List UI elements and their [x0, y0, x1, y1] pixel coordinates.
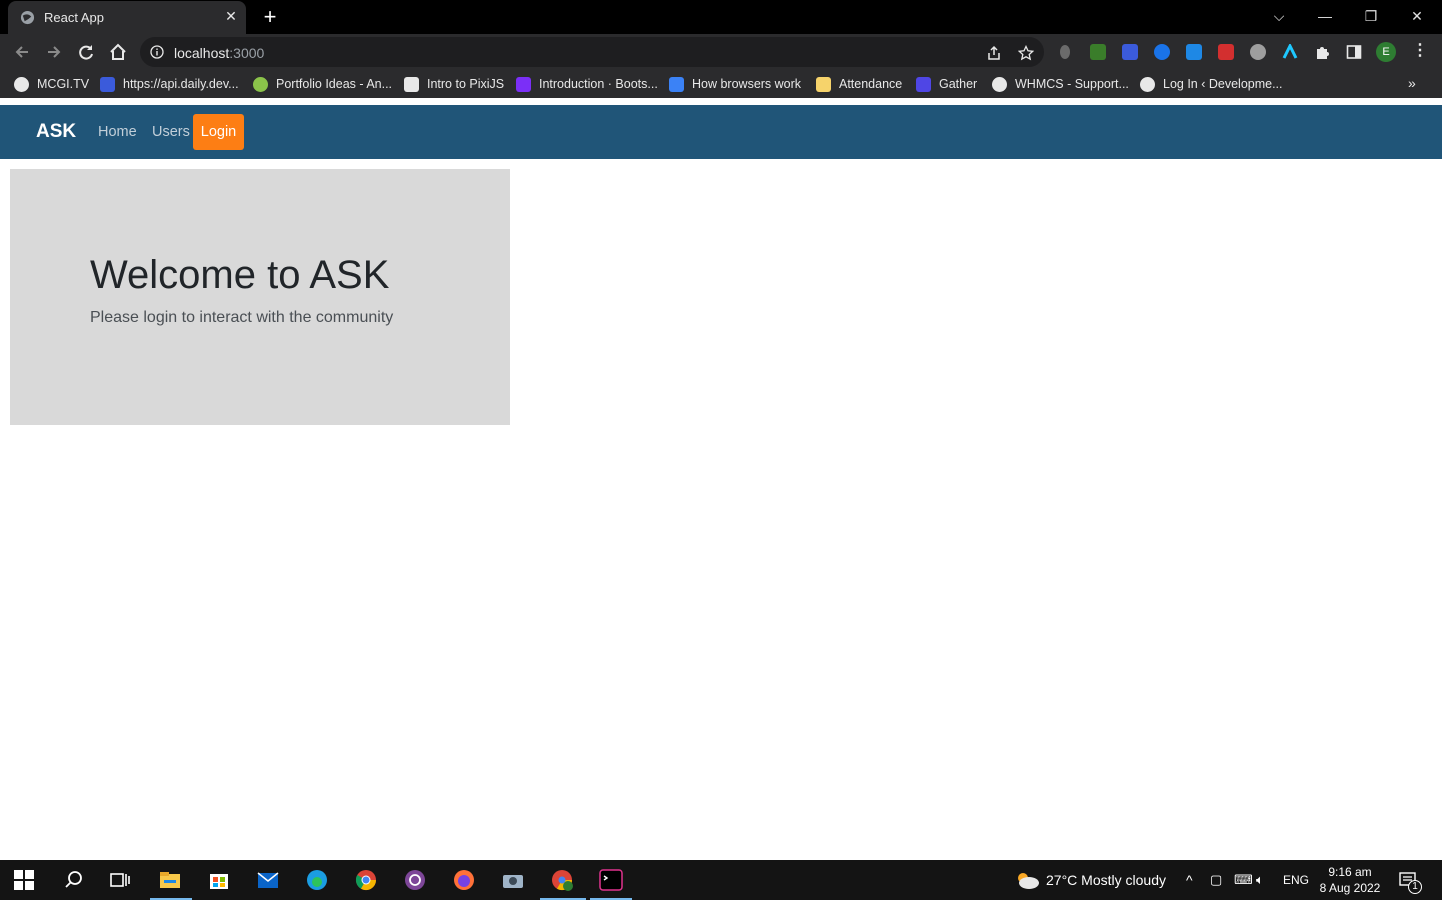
w-extension-icon[interactable] — [1250, 44, 1266, 60]
clock-time: 9:16 am — [1328, 865, 1372, 879]
tab-title: React App — [44, 10, 104, 25]
portfolio-icon — [253, 76, 268, 92]
bookmark-label: Gather — [939, 77, 978, 91]
more-bookmarks-icon[interactable]: » — [1408, 75, 1416, 91]
microsoft-store-icon[interactable] — [207, 868, 231, 892]
page-title: Welcome to ASK — [90, 253, 390, 297]
windows-taskbar: 27°C Mostly cloudy ^ ▢ ⌨ 🔈︎ ENG 9:16 am … — [0, 860, 1442, 900]
browser-toolbar: localhost:3000 E ⋮ — [0, 34, 1442, 70]
nav-home-link[interactable]: Home — [98, 124, 137, 140]
folder-icon — [816, 76, 831, 92]
bookmarks-bar: MCGI.TV https://api.daily.dev... Portfolio… — [0, 70, 1442, 98]
weather-text: 27°C Mostly cloudy — [1046, 872, 1166, 888]
network-icon[interactable]: ⌨ — [1234, 860, 1253, 900]
chrome-icon[interactable] — [354, 868, 378, 892]
reload-icon[interactable] — [76, 42, 96, 62]
brand-logo[interactable]: ASK — [36, 121, 76, 143]
browser-tab[interactable]: React App ✕ — [8, 1, 246, 34]
bookmark-item[interactable]: Log In ‹ Developme... — [1140, 76, 1283, 92]
meet-now-icon[interactable]: ▢ — [1210, 860, 1222, 900]
address-bar[interactable]: localhost:3000 — [140, 37, 1044, 67]
bookmark-label: https://api.daily.dev... — [123, 77, 239, 91]
search-icon[interactable] — [62, 868, 86, 892]
weather-widget[interactable]: 27°C Mostly cloudy — [1014, 860, 1166, 900]
language-indicator[interactable]: ENG — [1283, 860, 1309, 900]
bookmark-label: How browsers work — [692, 77, 802, 91]
browser-title-bar: React App ✕ + ⌵ — ❐ ✕ — [0, 0, 1442, 34]
back-icon[interactable] — [12, 42, 32, 62]
nav-login-button[interactable]: Login — [193, 114, 244, 150]
forward-icon[interactable] — [44, 42, 64, 62]
welcome-jumbotron: Welcome to ASK Please login to interact … — [10, 169, 510, 425]
globe-icon — [992, 76, 1007, 92]
bookmark-item[interactable]: https://api.daily.dev... — [100, 76, 239, 92]
bookmark-item[interactable]: Gather — [916, 76, 977, 92]
side-panel-icon[interactable] — [1346, 44, 1362, 60]
close-window-button[interactable]: ✕ — [1406, 6, 1428, 26]
infinity-extension-icon[interactable] — [1154, 44, 1170, 60]
bookmark-item[interactable]: Intro to PixiJS — [404, 76, 504, 92]
tor-browser-icon[interactable] — [403, 868, 427, 892]
menu-kebab-icon[interactable]: ⋮ — [1412, 40, 1428, 60]
bookmark-label: Attendance — [839, 77, 903, 91]
bookmark-item[interactable]: Portfolio Ideas - An... — [253, 76, 392, 92]
globe-icon — [14, 76, 29, 92]
profile-avatar[interactable]: E — [1376, 42, 1396, 62]
bookmark-item[interactable]: Attendance — [816, 76, 902, 92]
bookmark-item[interactable]: WHMCS - Support... — [992, 76, 1129, 92]
clock-date: 8 Aug 2022 — [1319, 881, 1381, 895]
wordpress-icon — [1140, 76, 1155, 92]
edge-icon[interactable] — [305, 868, 329, 892]
terminal-icon[interactable] — [599, 868, 623, 892]
restore-button[interactable]: ❐ — [1360, 6, 1382, 26]
bookmark-item[interactable]: Introduction · Boots... — [516, 76, 658, 92]
bookmark-label: Portfolio Ideas - An... — [276, 77, 393, 91]
file-explorer-icon[interactable] — [158, 868, 182, 892]
browser-dev-icon — [669, 76, 684, 92]
firefox-icon[interactable] — [452, 868, 476, 892]
extension-icon[interactable] — [1060, 45, 1070, 59]
bookmark-star-icon[interactable] — [1018, 45, 1034, 61]
daily-dev-icon — [100, 76, 115, 92]
welcome-subtitle: Please login to interact with the commun… — [90, 309, 394, 326]
globe-icon — [20, 10, 35, 25]
app-navbar: ASK Home Users Login — [0, 105, 1442, 159]
home-icon[interactable] — [108, 42, 128, 62]
gather-icon — [916, 76, 931, 92]
bookmark-label: Introduction · Boots... — [539, 77, 658, 91]
site-info-icon[interactable] — [150, 45, 164, 59]
minimize-button[interactable]: — — [1314, 6, 1336, 26]
nav-users-link[interactable]: Users — [152, 124, 190, 140]
mail-icon[interactable] — [256, 868, 280, 892]
bookmark-item[interactable]: MCGI.TV — [14, 76, 89, 92]
bookmark-label: Intro to PixiJS — [427, 77, 505, 91]
new-tab-button[interactable]: + — [260, 6, 280, 28]
task-view-icon[interactable] — [108, 868, 132, 892]
show-hidden-icons-icon[interactable]: ^ — [1186, 860, 1193, 900]
chrome-profile-icon[interactable] — [550, 868, 574, 892]
camera-icon[interactable] — [501, 868, 525, 892]
bookmark-item[interactable]: How browsers work — [669, 76, 801, 92]
notification-count-badge: 1 — [1408, 880, 1422, 894]
link-extension-icon[interactable] — [1122, 44, 1138, 60]
wave-extension-icon[interactable] — [1282, 44, 1298, 60]
cloudy-weather-icon — [1018, 873, 1039, 889]
notifications-icon[interactable]: 1 — [1398, 860, 1422, 900]
grid-extension-icon[interactable] — [1218, 44, 1234, 60]
tab-search-icon[interactable]: ⌵ — [1268, 6, 1290, 26]
clock[interactable]: 9:16 am 8 Aug 2022 — [1318, 860, 1382, 900]
bookmark-label: Log In ‹ Developme... — [1163, 77, 1283, 91]
bootstrap-icon — [516, 76, 531, 92]
windows-start-icon[interactable] — [14, 870, 34, 890]
trello-extension-icon[interactable] — [1186, 44, 1202, 60]
bookmark-label: MCGI.TV — [37, 77, 90, 91]
volume-icon[interactable]: 🔈︎ — [1256, 860, 1264, 900]
bookmark-label: WHMCS - Support... — [1015, 77, 1129, 91]
share-icon[interactable] — [986, 45, 1002, 61]
close-tab-icon[interactable]: ✕ — [224, 9, 238, 23]
pixijs-icon — [404, 76, 419, 92]
puzzle-icon[interactable] — [1314, 44, 1330, 60]
url-text[interactable]: localhost:3000 — [174, 45, 264, 61]
tree-extension-icon[interactable] — [1090, 44, 1106, 60]
